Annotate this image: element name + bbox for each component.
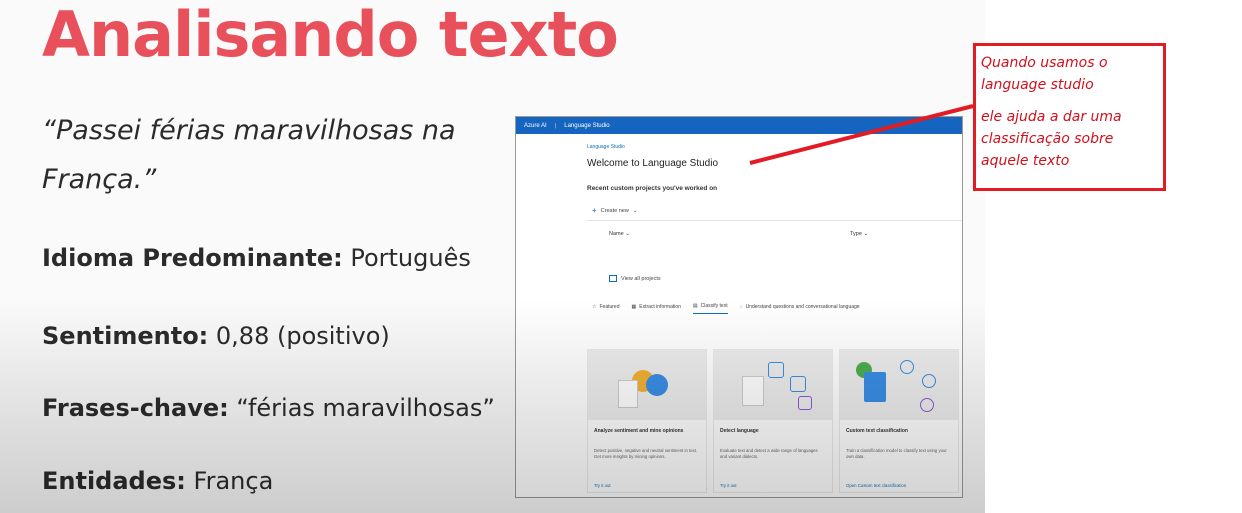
annotation-text-1: Quando usamos o language studio	[981, 55, 1108, 93]
annotation-text-2: ele ajuda a dar uma classificação sobre …	[981, 109, 1122, 169]
annotation-line	[749, 104, 974, 165]
annotation-callout: Quando usamos o language studio ele ajud…	[973, 43, 1166, 191]
